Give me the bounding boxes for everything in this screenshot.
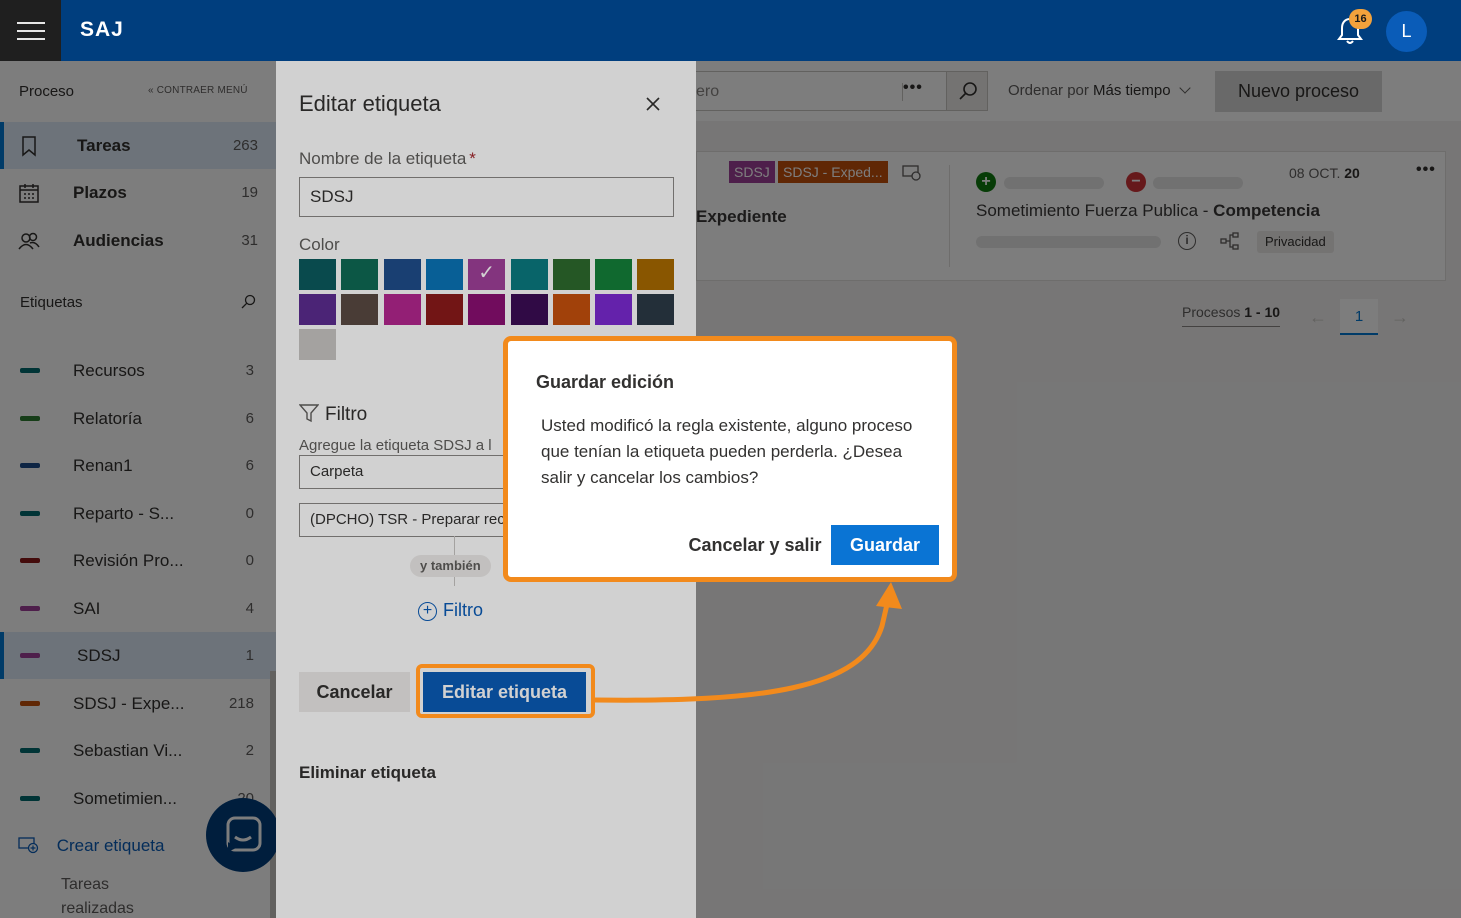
notification-badge: 16: [1349, 9, 1372, 29]
save-button[interactable]: Guardar: [831, 525, 939, 565]
hamburger-menu-icon[interactable]: [0, 0, 61, 61]
save-edit-dialog: Guardar edición Usted modificó la regla …: [513, 345, 948, 575]
dialog-title: Guardar edición: [536, 372, 675, 392]
highlight-frame-edit: [416, 664, 595, 718]
dialog-body: Usted modificó la regla existente, algun…: [541, 416, 913, 487]
app-title: SAJ: [80, 18, 124, 41]
top-bar: SAJ 16 L: [0, 0, 1461, 61]
cancel-and-exit-button[interactable]: Cancelar y salir: [685, 525, 825, 565]
avatar[interactable]: L: [1386, 11, 1427, 52]
